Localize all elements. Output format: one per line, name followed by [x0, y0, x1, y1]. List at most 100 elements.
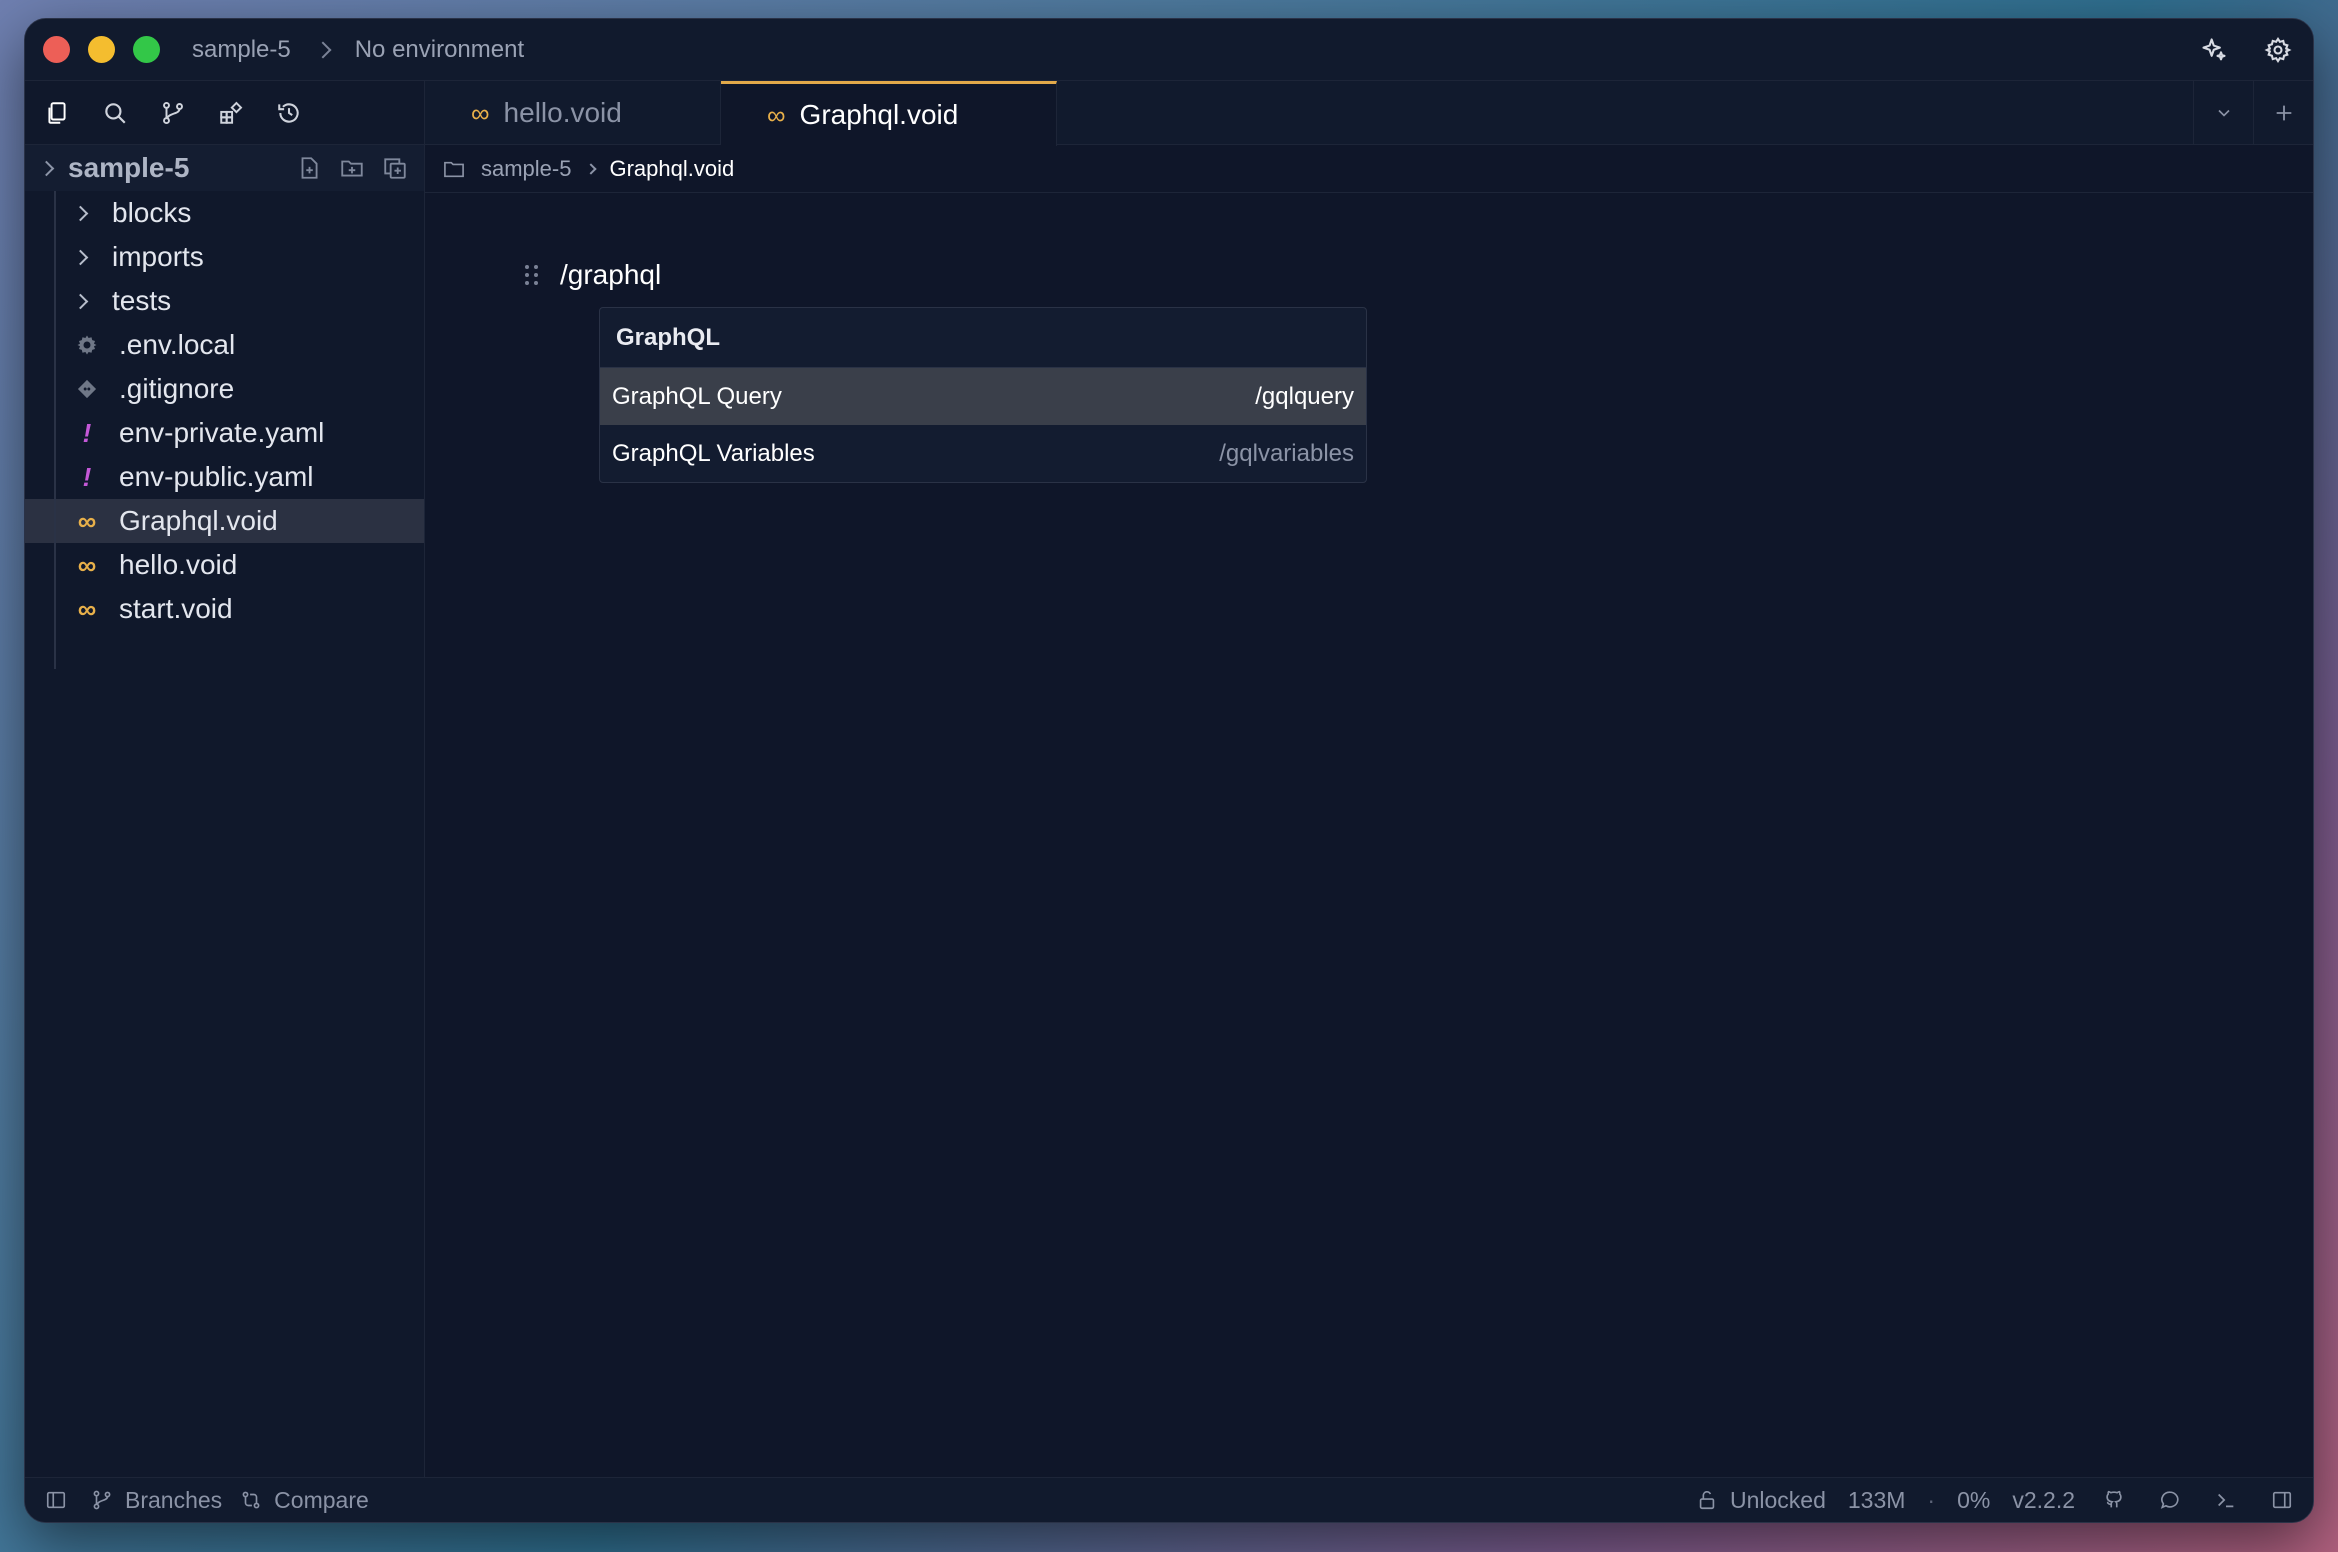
- project-switcher[interactable]: sample-5: [192, 36, 291, 64]
- chevron-right-icon: [314, 41, 332, 58]
- breadcrumb: sample-5 Graphql.void: [425, 145, 2313, 193]
- infinity-icon: ∞: [471, 97, 490, 128]
- menu-item-graphql-variables[interactable]: GraphQL Variables /gqlvariables: [600, 425, 1366, 482]
- menu-item-graphql-query[interactable]: GraphQL Query /gqlquery: [600, 368, 1366, 425]
- sidebar-toolbar: [25, 81, 424, 145]
- github-icon[interactable]: [2097, 1483, 2131, 1517]
- minimize-window-button[interactable]: [88, 36, 115, 63]
- tree-folder-blocks[interactable]: blocks: [25, 191, 424, 235]
- unlock-icon: [1699, 1490, 1715, 1510]
- menu-item-shortcut: /gqlvariables: [1219, 439, 1354, 467]
- compare-label: Compare: [274, 1486, 369, 1513]
- tree-item-label: env-private.yaml: [119, 417, 325, 448]
- history-icon[interactable]: [271, 95, 307, 131]
- file-tree: blocks imports tests .env.local .gitigno…: [25, 191, 424, 669]
- editor-area[interactable]: /graphql GraphQL GraphQL Query /gqlquery…: [425, 193, 2313, 1477]
- tree-item-label: tests: [112, 285, 172, 316]
- tree-file-env-private[interactable]: ! env-private.yaml: [25, 411, 424, 455]
- window-controls: [43, 36, 160, 63]
- tree-item-label: hello.void: [119, 549, 238, 580]
- tree-file-graphql-void[interactable]: ∞ Graphql.void: [25, 499, 424, 543]
- breadcrumb-folder[interactable]: sample-5: [481, 156, 571, 182]
- compare-icon: [242, 1491, 260, 1509]
- tab-label: Graphql.void: [799, 99, 959, 130]
- breadcrumb-current-file[interactable]: Graphql.void: [609, 156, 734, 182]
- tab-graphql-void[interactable]: ∞ Graphql.void: [721, 81, 1057, 146]
- folder-icon: [443, 159, 465, 179]
- gear-icon: [73, 333, 101, 357]
- new-folder-icon[interactable]: [338, 155, 366, 181]
- status-bar: Branches Compare Unlocked 133M · 0% v2.2…: [25, 1477, 2313, 1522]
- search-icon[interactable]: [97, 95, 133, 131]
- editor-block[interactable]: /graphql: [525, 259, 661, 291]
- yaml-icon: !: [82, 461, 92, 492]
- tree-file-start-void[interactable]: ∞ start.void: [25, 587, 424, 631]
- status-separator: ·: [1927, 1486, 1936, 1513]
- project-actions: [296, 155, 408, 181]
- toggle-panel-icon[interactable]: [2265, 1483, 2299, 1517]
- tree-folder-imports[interactable]: imports: [25, 235, 424, 279]
- new-file-icon[interactable]: [296, 155, 322, 181]
- terminal-icon[interactable]: [2209, 1483, 2243, 1517]
- chat-icon[interactable]: [2153, 1483, 2187, 1517]
- tab-label: hello.void: [503, 97, 622, 128]
- file-explorer-sidebar: sample-5 blocks imports tests .env.local…: [25, 81, 425, 1477]
- title-actions: [2197, 33, 2295, 67]
- menu-section-header: GraphQL: [600, 308, 1366, 368]
- drag-handle-icon[interactable]: [525, 265, 538, 285]
- tree-file-gitignore[interactable]: .gitignore: [25, 367, 424, 411]
- status-right: Unlocked 133M · 0% v2.2.2: [1696, 1483, 2313, 1517]
- extensions-icon[interactable]: [213, 95, 249, 131]
- infinity-icon: ∞: [767, 99, 786, 130]
- tree-folder-tests[interactable]: tests: [25, 279, 424, 323]
- branches-button[interactable]: Branches: [91, 1487, 222, 1514]
- slash-command-text[interactable]: /graphql: [560, 259, 661, 291]
- tree-item-label: imports: [112, 241, 204, 272]
- files-icon[interactable]: [39, 95, 75, 131]
- close-window-button[interactable]: [43, 36, 70, 63]
- lock-label: Unlocked: [1729, 1486, 1826, 1513]
- chevron-right-icon: [72, 249, 89, 265]
- title-bar: sample-5 No environment: [25, 19, 2313, 81]
- infinity-icon: ∞: [77, 549, 97, 580]
- tree-indent-guide: [54, 191, 56, 669]
- lock-status[interactable]: Unlocked: [1696, 1487, 1826, 1514]
- gear-icon[interactable]: [2261, 33, 2295, 67]
- memory-usage: 133M: [1847, 1486, 1906, 1513]
- project-name: sample-5: [68, 152, 190, 183]
- compare-button[interactable]: Compare: [240, 1487, 369, 1514]
- copy-icon[interactable]: [382, 155, 408, 181]
- environment-selector[interactable]: No environment: [355, 36, 524, 64]
- git-icon: [73, 378, 101, 400]
- toggle-sidebar-icon[interactable]: [39, 1483, 73, 1517]
- chevron-right-icon: [38, 160, 55, 176]
- app-version[interactable]: v2.2.2: [2012, 1487, 2075, 1514]
- tab-actions: [2193, 81, 2313, 145]
- title-breadcrumb: sample-5 No environment: [192, 36, 524, 64]
- tree-file-env-local[interactable]: .env.local: [25, 323, 424, 367]
- chevron-down-icon[interactable]: [2193, 81, 2253, 145]
- tree-item-label: .gitignore: [119, 373, 235, 404]
- infinity-icon: ∞: [77, 593, 97, 624]
- menu-item-label: GraphQL Query: [612, 382, 782, 410]
- app-window: sample-5 No environment sample-5 blocks …: [24, 18, 2314, 1523]
- maximize-window-button[interactable]: [133, 36, 160, 63]
- tree-file-hello-void[interactable]: ∞ hello.void: [25, 543, 424, 587]
- tree-file-env-public[interactable]: ! env-public.yaml: [25, 455, 424, 499]
- yaml-icon: !: [82, 417, 92, 448]
- branch-icon: [93, 1490, 111, 1510]
- tree-item-label: env-public.yaml: [119, 461, 314, 492]
- sparkle-icon[interactable]: [2197, 33, 2231, 67]
- tab-hello-void[interactable]: ∞ hello.void: [425, 81, 721, 145]
- infinity-icon: ∞: [77, 505, 97, 536]
- editor-tab-bar: ∞ hello.void ∞ Graphql.void: [425, 81, 2313, 146]
- chevron-right-icon: [72, 293, 89, 309]
- tree-item-label: start.void: [119, 593, 233, 624]
- project-root-row[interactable]: sample-5: [25, 145, 424, 191]
- branch-icon[interactable]: [155, 95, 191, 131]
- menu-item-label: GraphQL Variables: [612, 439, 815, 467]
- plus-icon[interactable]: [2253, 81, 2313, 145]
- slash-command-menu: GraphQL GraphQL Query /gqlquery GraphQL …: [599, 307, 1367, 483]
- chevron-right-icon: [585, 162, 598, 175]
- branches-label: Branches: [125, 1486, 223, 1513]
